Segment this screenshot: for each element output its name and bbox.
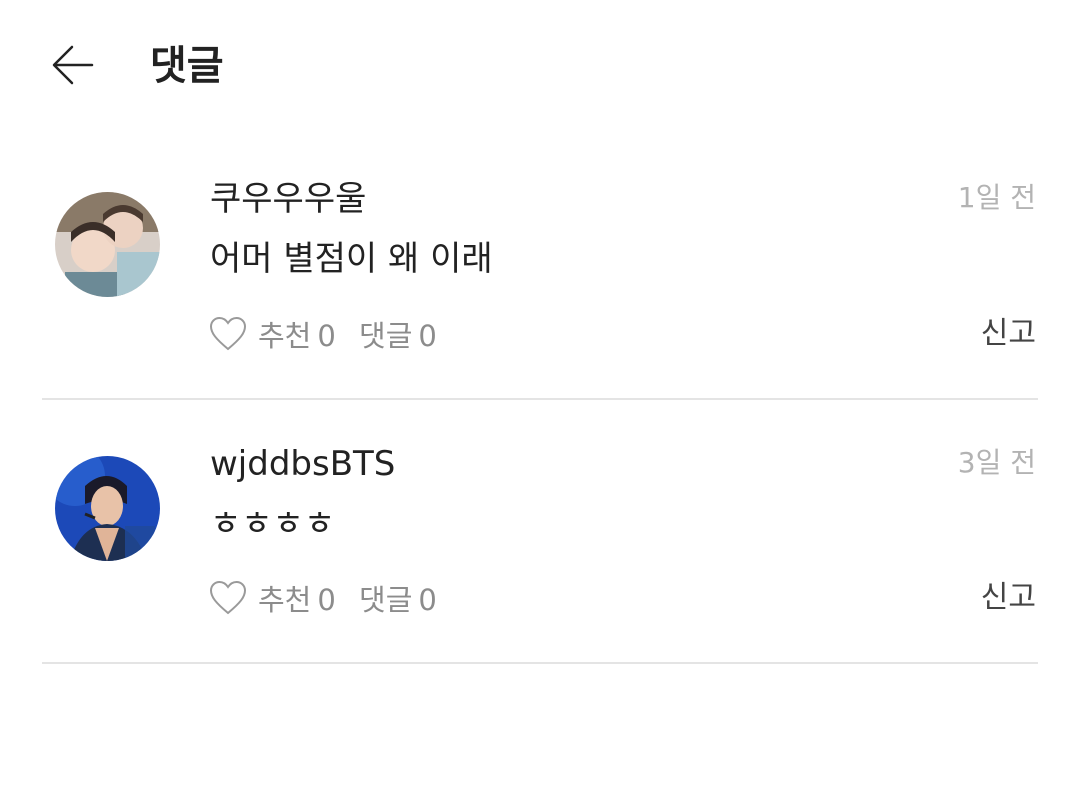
comment-username[interactable]: 쿠우우우울 <box>210 179 366 219</box>
comment-text: 어머 별점이 왜 이래 <box>210 239 493 279</box>
comment-username[interactable]: wjddbsBTS <box>210 444 395 484</box>
heart-icon[interactable] <box>208 578 248 618</box>
comment-stats: 추천 0 댓글 0 <box>258 577 443 619</box>
comment-text: ㅎㅎㅎㅎ <box>210 504 336 544</box>
reply-count: 0 <box>418 583 437 617</box>
reply-label[interactable]: 댓글 <box>359 319 412 353</box>
like-label[interactable]: 추천 <box>258 319 311 353</box>
comment-item: 쿠우우우울 1일 전 어머 별점이 왜 이래 추천 0 댓글 0 신고 <box>0 135 1080 400</box>
avatar[interactable] <box>55 192 160 297</box>
reply-label[interactable]: 댓글 <box>359 583 412 617</box>
report-button[interactable]: 신고 <box>981 579 1036 617</box>
comment-stats: 추천 0 댓글 0 <box>258 313 443 355</box>
heart-icon[interactable] <box>208 314 248 354</box>
like-label[interactable]: 추천 <box>258 583 311 617</box>
header: 댓글 <box>0 0 1080 130</box>
divider <box>42 662 1038 664</box>
reply-count: 0 <box>418 319 437 353</box>
comment-actions: 추천 0 댓글 0 <box>208 314 443 354</box>
comment-timestamp: 3일 전 <box>957 446 1036 479</box>
comment-actions: 추천 0 댓글 0 <box>208 578 443 618</box>
comment-timestamp: 1일 전 <box>957 181 1036 214</box>
comment-item: wjddbsBTS 3일 전 ㅎㅎㅎㅎ 추천 0 댓글 0 신고 <box>0 400 1080 665</box>
report-button[interactable]: 신고 <box>981 315 1036 353</box>
like-count: 0 <box>317 319 336 353</box>
arrow-left-icon[interactable] <box>50 42 96 88</box>
like-count: 0 <box>317 583 336 617</box>
page-title: 댓글 <box>150 43 224 89</box>
avatar[interactable] <box>55 456 160 561</box>
